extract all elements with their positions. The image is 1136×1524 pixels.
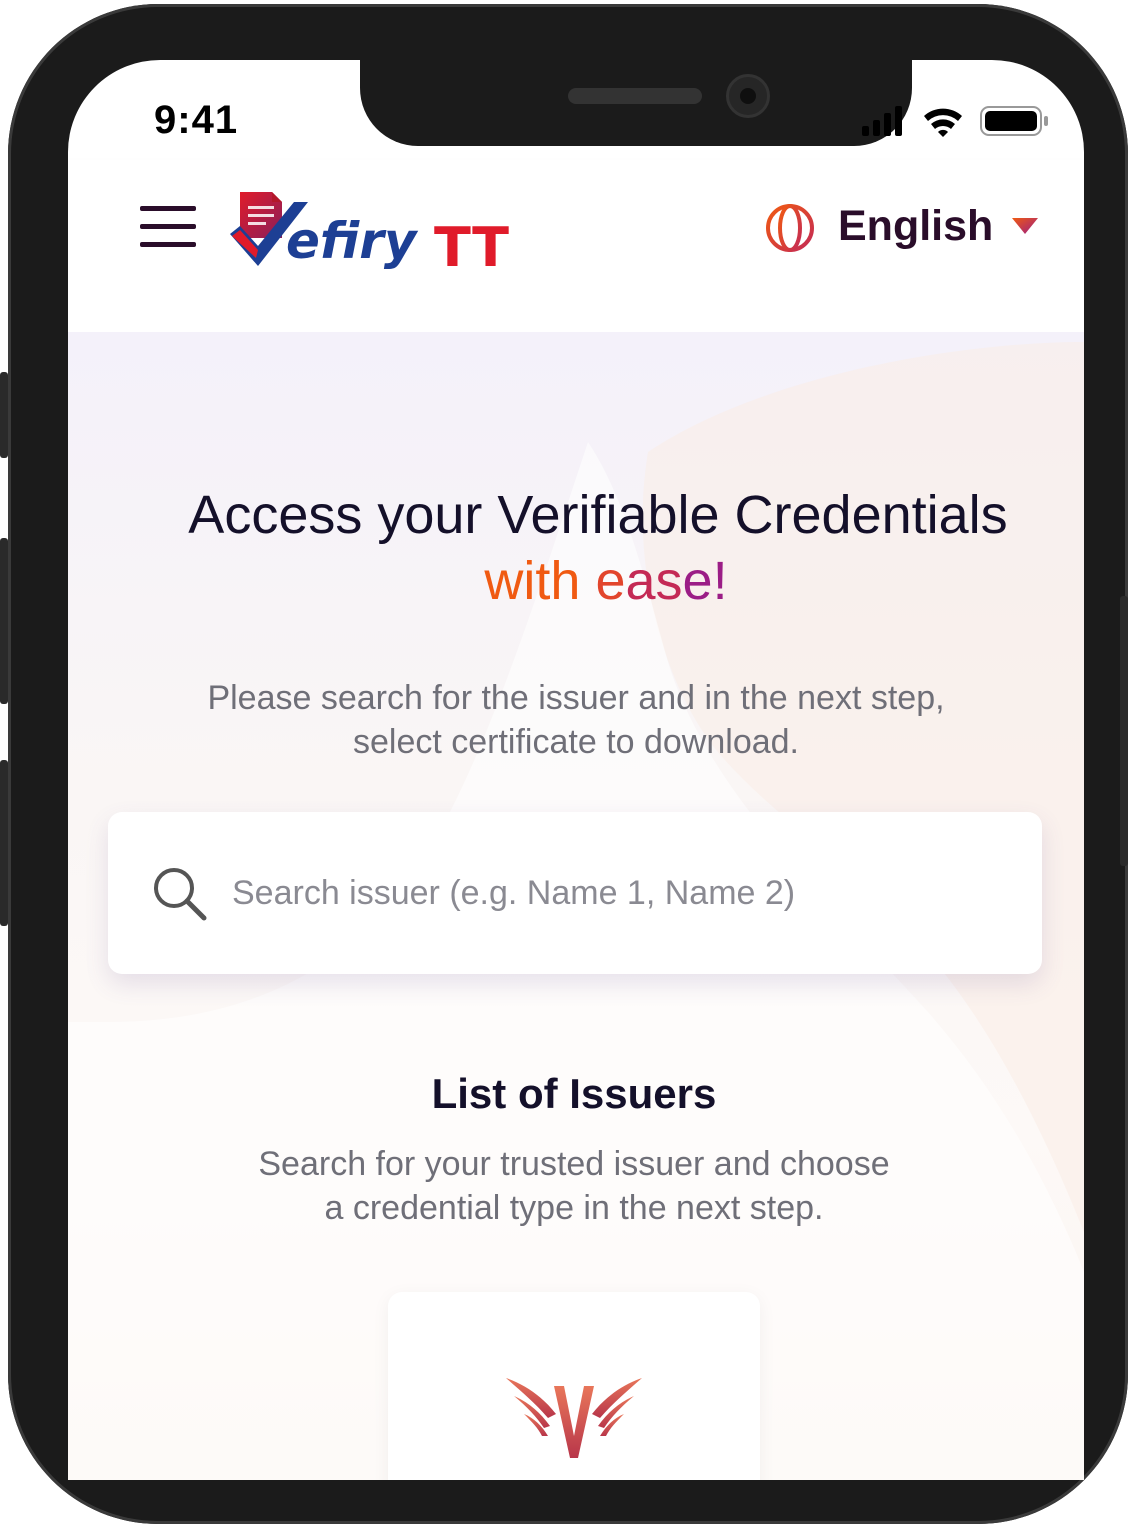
phone-side-button (0, 760, 8, 926)
hero-accent-word: as (625, 551, 683, 611)
status-time: 9:41 (154, 98, 239, 142)
globe-icon (766, 204, 814, 252)
main-content: Access your Verifiable Credentials with … (68, 332, 1084, 1480)
issuers-description: Search for your trusted issuer and choos… (68, 1142, 1080, 1230)
hero-accent: with ease! (68, 548, 1084, 614)
hero-title: Access your Verifiable Credentials (188, 485, 1008, 545)
phone-side-button (0, 538, 8, 704)
menu-line (140, 206, 196, 211)
hero-accent-word: e (595, 551, 626, 611)
battery-icon (980, 106, 1048, 136)
phone-notch (360, 60, 912, 146)
logo-text-suffix: TT (434, 216, 509, 279)
search-box (108, 812, 1042, 974)
app-header: efiry TT English (68, 160, 1084, 332)
hamburger-menu-icon[interactable] (140, 206, 196, 248)
hero-accent-word: e! (682, 551, 728, 611)
hero-accent-word: with (484, 551, 581, 611)
phone-frame: 9:41 efiry TT English Access your Verifi… (0, 4, 1128, 1524)
cellular-signal-icon (862, 106, 902, 136)
issuers-title: List of Issuers (431, 1070, 717, 1117)
search-icon[interactable] (150, 864, 210, 924)
caret-down-icon (1012, 218, 1038, 234)
front-camera (726, 74, 770, 118)
wifi-icon (924, 108, 962, 137)
language-selector[interactable]: English (764, 200, 1054, 254)
language-label: English (838, 202, 994, 250)
hero-description-line: Please search for the issuer and in the … (207, 679, 945, 717)
issuers-description-line: Search for your trusted issuer and choos… (258, 1145, 890, 1183)
app-logo[interactable]: efiry TT (228, 188, 518, 280)
menu-line (140, 224, 196, 229)
phone-side-button (1120, 596, 1128, 866)
hero-description-line: select certificate to download. (352, 723, 800, 761)
menu-line (140, 242, 196, 247)
issuer-card[interactable] (388, 1292, 760, 1480)
hero-description: Please search for the issuer and in the … (68, 676, 1084, 764)
search-input[interactable] (232, 862, 1012, 924)
phone-screen: 9:41 efiry TT English Access your Verifi… (68, 60, 1084, 1480)
winged-v-logo-icon (506, 1378, 642, 1458)
logo-text-main: efiry (286, 212, 419, 270)
status-icons (862, 106, 1048, 137)
logo-mark-icon: efiry TT (230, 192, 509, 279)
speaker-grille (568, 88, 702, 104)
phone-side-button (0, 372, 8, 458)
issuers-description-line: a credential type in the next step. (324, 1189, 824, 1227)
